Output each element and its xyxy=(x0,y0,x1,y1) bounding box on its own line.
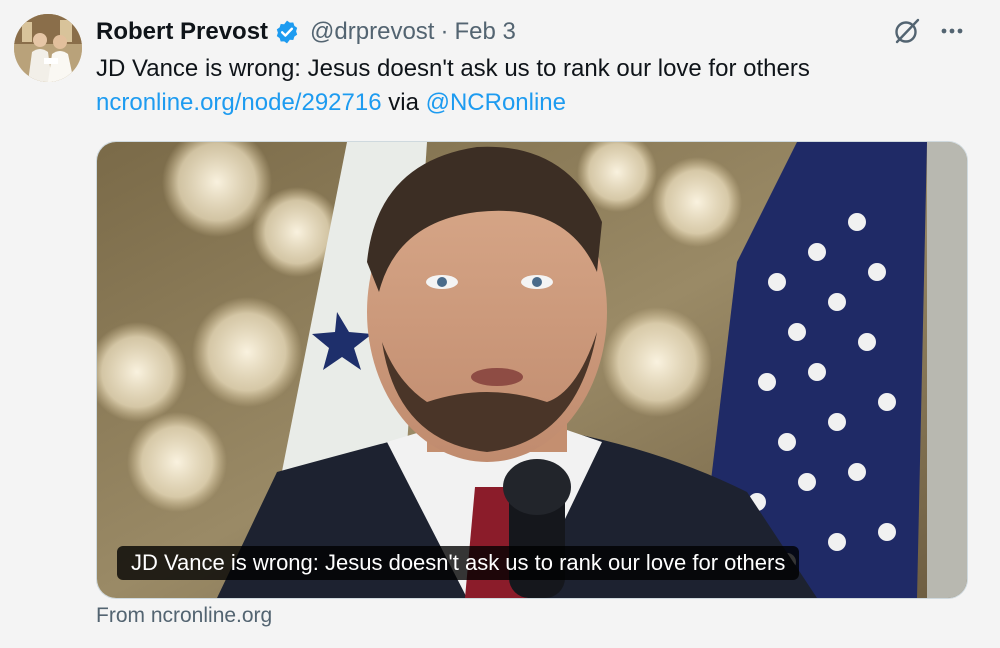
tweet-text: JD Vance is wrong: Jesus doesn't ask us … xyxy=(96,55,810,82)
avatar-image xyxy=(14,14,82,82)
via-text: via xyxy=(381,89,426,116)
handle[interactable]: @drprevost xyxy=(310,18,434,46)
separator-dot: · xyxy=(440,18,449,45)
card-source[interactable]: From ncronline.org xyxy=(96,604,272,628)
verified-badge-icon xyxy=(274,19,300,45)
link-card[interactable]: JD Vance is wrong: Jesus doesn't ask us … xyxy=(96,141,968,599)
mention-link[interactable]: @NCRonline xyxy=(426,89,566,116)
tweet[interactable]: Robert Prevost @drprevost · Feb 3 JD Van… xyxy=(0,0,1000,648)
article-link[interactable]: ncronline.org/node/292716 xyxy=(96,89,382,116)
tweet-actions-top xyxy=(892,16,966,51)
tweet-date[interactable]: Feb 3 xyxy=(454,18,515,46)
avatar[interactable] xyxy=(14,14,82,82)
card-title-overlay: JD Vance is wrong: Jesus doesn't ask us … xyxy=(117,546,800,580)
tweet-links-line: ncronline.org/node/292716 via @NCRonline xyxy=(96,87,566,119)
tweet-header: Robert Prevost @drprevost · Feb 3 xyxy=(96,14,516,50)
grok-icon[interactable] xyxy=(892,16,922,51)
card-image xyxy=(97,142,967,598)
more-icon[interactable] xyxy=(938,17,966,50)
display-name[interactable]: Robert Prevost xyxy=(96,18,268,46)
